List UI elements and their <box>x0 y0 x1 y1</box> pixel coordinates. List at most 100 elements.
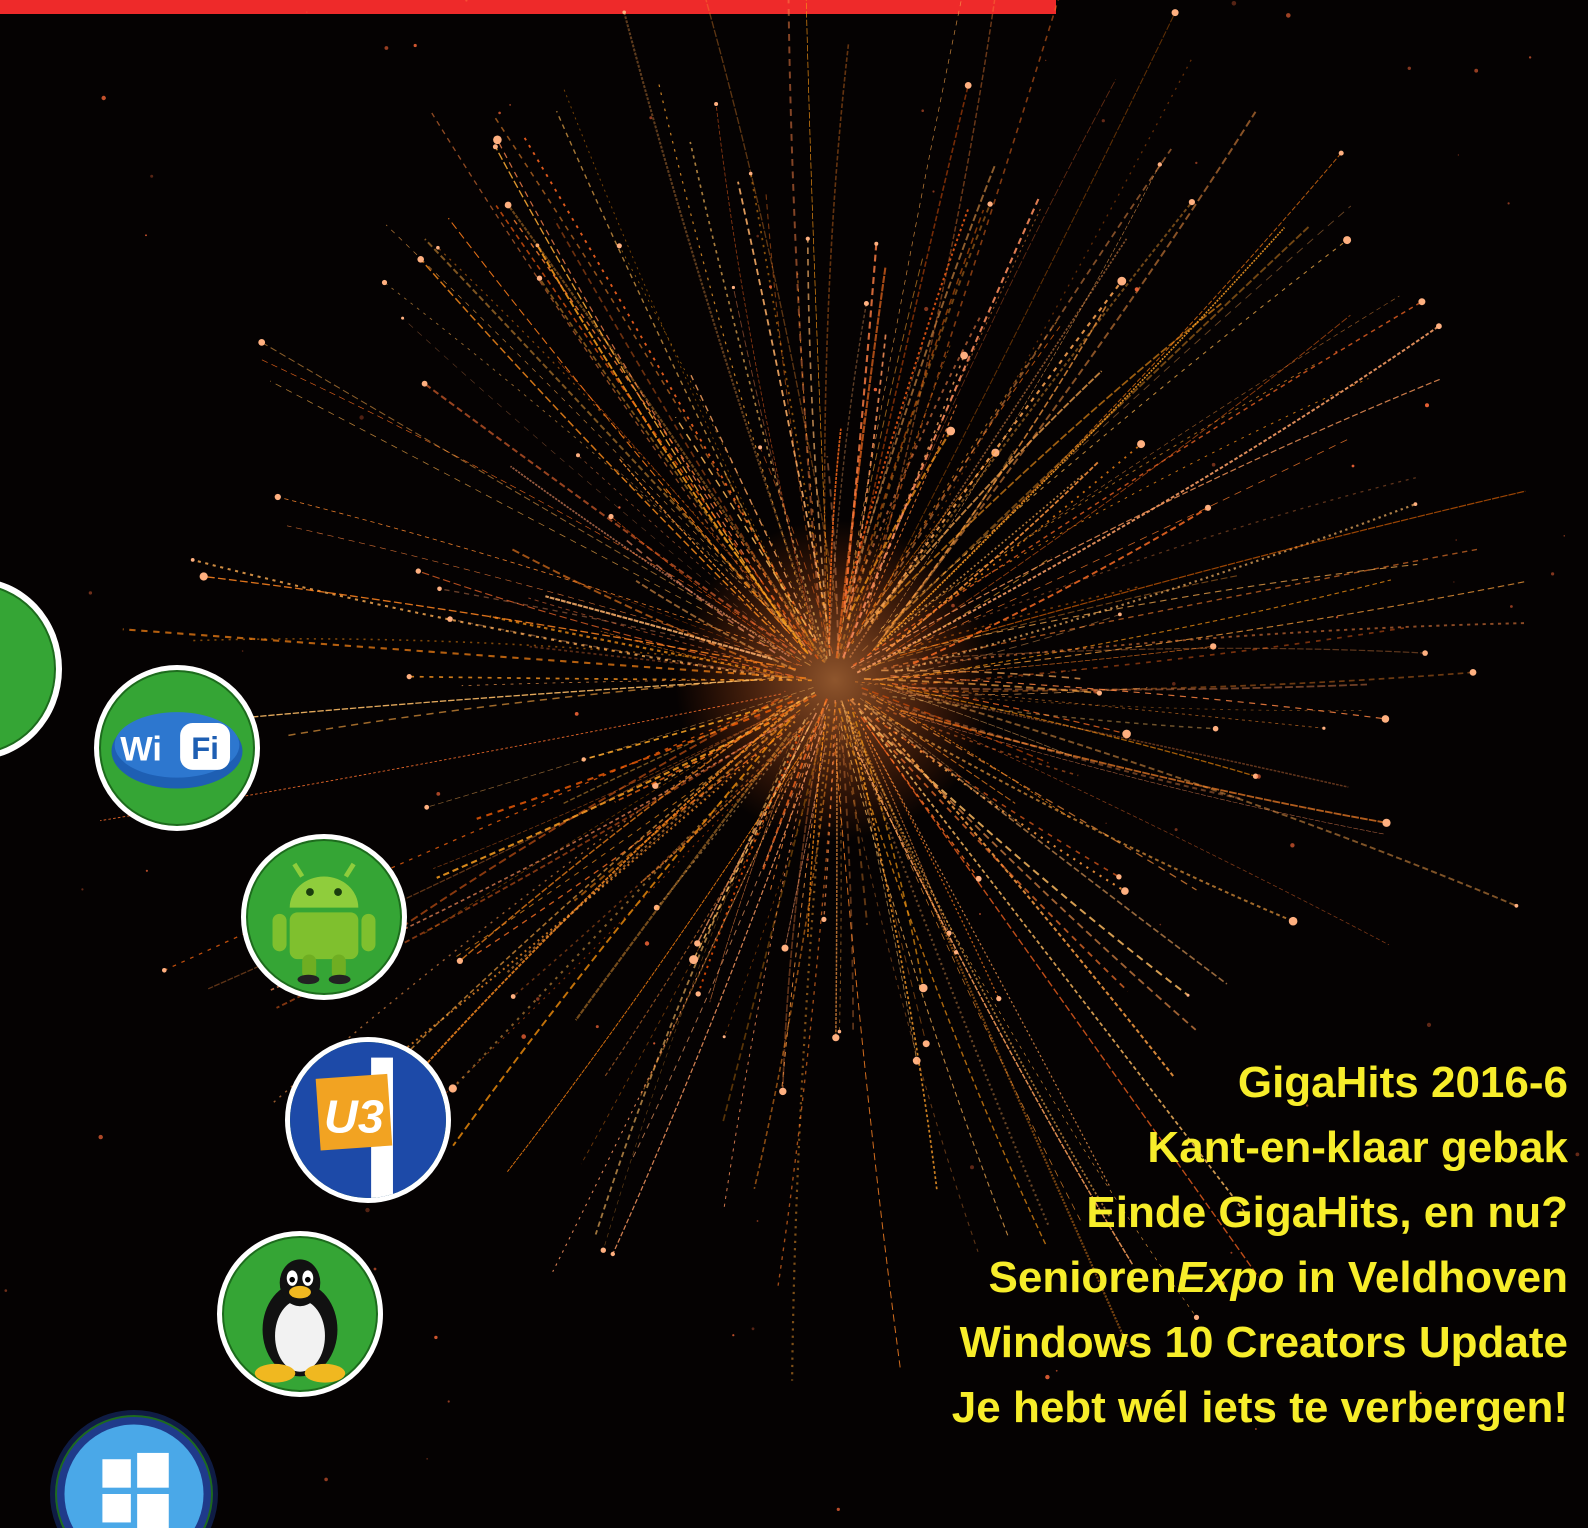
firework-spark <box>821 916 827 923</box>
firework-spark <box>1186 993 1190 997</box>
firework-ember <box>81 888 84 891</box>
android-badge <box>241 834 407 1000</box>
headline-seniorenexpo-italic: Expo <box>1176 1253 1285 1302</box>
firework-ember <box>873 387 878 392</box>
firework-spark <box>731 285 736 290</box>
firework-spark <box>874 241 879 246</box>
firework-ember <box>1407 66 1412 71</box>
firework-spark <box>274 493 281 501</box>
firework-spark <box>437 586 442 592</box>
headline-seniorenexpo-prefix: Senioren <box>988 1253 1177 1302</box>
firework-spark <box>946 426 956 436</box>
firework-spark <box>616 243 622 249</box>
firework-spark <box>975 875 982 882</box>
firework-spark <box>492 144 498 150</box>
firework-spark <box>1122 729 1131 739</box>
firework-ember <box>1507 202 1510 205</box>
firework-spark <box>610 1251 615 1257</box>
firework-ember <box>465 0 468 2</box>
firework-spark <box>401 316 405 320</box>
firework-ember <box>1256 774 1261 779</box>
firework-spark <box>381 279 388 286</box>
firework-spark <box>1117 276 1127 286</box>
firework-ember <box>306 11 308 13</box>
firework-ember <box>756 715 761 720</box>
firework-spark <box>1322 726 1326 730</box>
wifi-badge: Wi Fi <box>94 665 260 831</box>
headline-list: GigaHits 2016-6 Kant-en-klaar gebak Eind… <box>952 1050 1568 1440</box>
firework-ember <box>595 1025 599 1029</box>
firework-spark <box>424 804 430 810</box>
firework-spark <box>863 301 869 306</box>
firework-ember <box>1231 1 1237 6</box>
firework-streak <box>884 111 1257 634</box>
firework-spark <box>1514 903 1519 908</box>
firework-spark <box>964 82 972 89</box>
firework-spark <box>1338 150 1344 156</box>
firework-spark <box>622 10 626 15</box>
firework-spark <box>421 380 428 387</box>
firework-ember <box>618 506 621 509</box>
firework-ember <box>324 1477 328 1482</box>
firework-spark <box>415 568 421 574</box>
firework-spark <box>510 994 516 999</box>
firework-ember <box>1159 923 1162 926</box>
firework-ember <box>756 234 759 238</box>
windows-icon <box>64 1424 204 1528</box>
u3-badge: U3 <box>285 1037 451 1203</box>
firework-spark <box>695 991 701 997</box>
firework-ember <box>1195 161 1198 165</box>
u3-icon: U3 <box>290 1042 446 1198</box>
firework-ember <box>1551 572 1555 576</box>
firework-ember <box>1211 462 1216 467</box>
firework-streak <box>787 0 820 603</box>
firework-spark <box>162 968 167 973</box>
firework-spark <box>832 1034 840 1042</box>
firework-ember <box>1474 68 1479 73</box>
firework-ember <box>384 46 389 50</box>
firework-ember <box>434 1335 438 1340</box>
firework-ember <box>649 116 653 120</box>
firework-ember <box>1093 690 1097 694</box>
firework-spark <box>456 957 463 965</box>
firework-ember <box>509 104 511 106</box>
firework-ember <box>1174 828 1178 832</box>
firework-ember <box>1172 682 1176 686</box>
firework-spark <box>448 1084 457 1093</box>
firework-ember <box>145 234 147 237</box>
firework-spark <box>406 674 412 680</box>
firework-spark <box>1118 612 1122 617</box>
firework-ember <box>751 1327 755 1331</box>
firework-spark <box>1116 874 1122 880</box>
firework-spark <box>987 201 993 207</box>
firework-ember <box>4 1289 8 1292</box>
firework-ember <box>498 111 501 115</box>
firework-spark <box>837 1029 842 1034</box>
firework-streak <box>834 748 902 1372</box>
firework-spark <box>722 1035 726 1039</box>
firework-ember <box>436 792 441 796</box>
firework-ember <box>1528 56 1532 59</box>
firework-spark <box>1096 690 1102 696</box>
firework-spark <box>689 955 699 965</box>
firework-spark <box>258 339 266 346</box>
firework-ember <box>413 43 417 48</box>
firework-spark <box>758 445 763 450</box>
firework-ember <box>644 941 650 946</box>
headline-windows10: Windows 10 Creators Update <box>959 1318 1568 1367</box>
firework-ember <box>1453 581 1455 583</box>
firework-spark <box>1288 916 1298 926</box>
firework-spark <box>996 996 1002 1002</box>
firework-streak <box>864 704 1228 985</box>
firework-ember <box>359 415 364 420</box>
firework-spark <box>1171 9 1179 17</box>
firework-spark <box>1422 650 1428 656</box>
headline-seniorenexpo: SeniorenExpo in Veldhoven <box>952 1245 1568 1310</box>
firework-ember <box>101 95 106 101</box>
firework-ember <box>769 285 772 289</box>
firework-spark <box>1137 440 1146 449</box>
firework-ember <box>536 997 540 1001</box>
firework-ember <box>365 1207 370 1213</box>
headline-seniorenexpo-suffix: in Veldhoven <box>1284 1253 1568 1302</box>
firework-ember <box>836 1507 840 1511</box>
